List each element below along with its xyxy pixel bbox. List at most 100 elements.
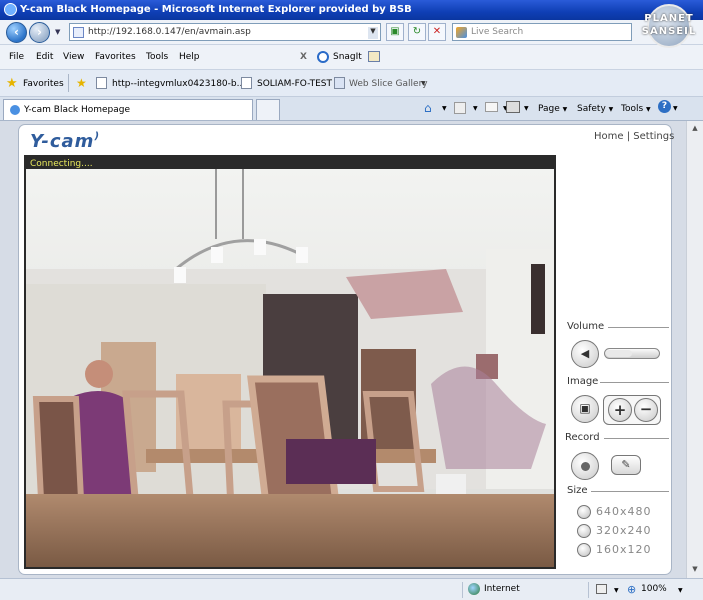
protected-mode-dropdown-icon[interactable]: ▼ [614, 587, 619, 594]
help-icon[interactable]: ? [658, 100, 671, 113]
security-zone: Internet [484, 584, 520, 594]
page-icon [73, 27, 84, 38]
web-slice-icon [334, 77, 345, 89]
menu-view[interactable]: View [63, 52, 84, 62]
top-links: Home | Settings [594, 131, 674, 142]
camera-scene [26, 169, 554, 567]
chevron-down-icon: ▼ [562, 106, 568, 113]
zoom-level[interactable]: 100% [641, 584, 667, 594]
size-option-640[interactable]: 640x480 [596, 505, 652, 518]
print-icon[interactable] [506, 101, 520, 113]
ie-icon [4, 3, 17, 16]
volume-slider[interactable] [604, 348, 660, 359]
zoom-icon: ⊕ [627, 583, 637, 596]
statusbar-separator [462, 582, 463, 598]
menu-favorites[interactable]: Favorites [95, 52, 136, 62]
forward-button[interactable]: › [29, 22, 50, 43]
tab-y-cam-homepage[interactable]: Y-cam Black Homepage [3, 99, 253, 120]
menu-tools[interactable]: Tools [146, 52, 168, 62]
back-button[interactable]: ‹ [6, 22, 27, 43]
volume-label: Volume [567, 321, 605, 332]
favorites-separator [68, 74, 69, 92]
zoom-out-button[interactable]: − [634, 398, 658, 422]
zoom-button-group: + − [603, 395, 661, 425]
corner-logo: PLANET SANSEIL [640, 1, 698, 51]
feeds-dropdown-icon[interactable]: ▼ [473, 105, 478, 112]
statusbar-separator [588, 582, 589, 598]
compatibility-view-button[interactable]: ▣ [386, 23, 404, 41]
search-input[interactable]: Live Search [452, 23, 632, 41]
menu-bar: File Edit View Favorites Tools Help X Sn… [0, 45, 703, 70]
tab-label: Y-cam Black Homepage [24, 105, 131, 115]
safety-menu-label: Safety [577, 104, 606, 114]
print-dropdown-icon[interactable]: ▼ [524, 105, 529, 112]
size-radio-160[interactable] [577, 543, 591, 557]
fav-page-icon [96, 77, 107, 89]
zoom-dropdown-icon[interactable]: ▼ [678, 587, 683, 594]
size-divider [591, 491, 669, 492]
snagit-icon[interactable] [317, 51, 329, 63]
snagit-capture-icon[interactable] [368, 51, 380, 62]
home-dropdown-icon[interactable]: ▼ [442, 105, 447, 112]
image-divider [600, 382, 669, 383]
page-menu[interactable]: Page ▼ [538, 104, 567, 114]
chevron-down-icon: ▼ [646, 106, 651, 113]
new-tab-button[interactable] [256, 99, 280, 120]
snagit-button[interactable]: SnagIt [333, 52, 362, 62]
protected-mode-icon[interactable] [596, 584, 607, 594]
record-button[interactable] [571, 452, 599, 480]
favorite-link-3[interactable]: Web Slice Gallery [349, 79, 428, 89]
home-link[interactable]: Home [594, 131, 624, 142]
snapshot-button[interactable]: ▣ [571, 395, 599, 423]
links-separator: | [626, 131, 631, 142]
home-icon[interactable]: ⌂ [424, 101, 437, 115]
scroll-down-arrow-icon[interactable]: ▼ [690, 565, 700, 573]
wrench-icon: ✎ [621, 458, 631, 471]
menu-help[interactable]: Help [179, 52, 200, 62]
volume-speaker-button[interactable]: ◀ [571, 340, 599, 368]
chevron-down-icon: ▼ [608, 106, 614, 113]
size-option-320[interactable]: 320x240 [596, 524, 652, 537]
size-radio-320[interactable] [577, 524, 591, 538]
address-input[interactable]: http://192.168.0.147/en/avmain.asp ▼ [69, 23, 381, 41]
search-placeholder: Live Search [471, 27, 524, 37]
address-bar-row: ‹ › ▼ http://192.168.0.147/en/avmain.asp… [0, 20, 703, 45]
refresh-button[interactable]: ↻ [408, 23, 426, 41]
favorite-link-2[interactable]: SOLIAM-FO-TEST [257, 79, 332, 89]
help-dropdown-icon[interactable]: ▼ [673, 105, 678, 112]
tools-menu-label: Tools [621, 104, 644, 114]
zoom-in-button[interactable]: + [608, 398, 632, 422]
size-option-160[interactable]: 160x120 [596, 543, 652, 556]
mail-icon[interactable] [485, 102, 498, 112]
menu-edit[interactable]: Edit [36, 52, 53, 62]
close-toolbar-x[interactable]: X [300, 52, 307, 62]
stop-button[interactable]: ✕ [428, 23, 446, 41]
menu-file[interactable]: File [9, 52, 24, 62]
favorites-button[interactable]: Favorites [23, 79, 64, 89]
corner-logo-line2: SANSEIL [641, 26, 697, 37]
address-dropdown-icon[interactable]: ▼ [368, 27, 378, 39]
y-cam-logo: Y-cam) [30, 131, 100, 152]
feeds-icon[interactable] [454, 102, 466, 114]
safety-menu[interactable]: Safety ▼ [577, 104, 613, 114]
record-dot-icon [581, 462, 590, 471]
tools-menu[interactable]: Tools ▼ [621, 104, 651, 114]
record-settings-button[interactable]: ✎ [611, 455, 641, 475]
page-menu-label: Page [538, 104, 560, 114]
wifi-arc-icon: ) [94, 131, 101, 142]
favorite-link-1[interactable]: http--integvmlux0423180-b... [112, 79, 245, 89]
web-slice-dropdown-icon[interactable]: ▼ [421, 80, 426, 87]
internet-globe-icon [468, 583, 480, 595]
status-bar: Internet ▼ ⊕ 100% ▼ [0, 578, 703, 600]
scroll-up-arrow-icon[interactable]: ▲ [690, 124, 700, 132]
settings-link[interactable]: Settings [633, 131, 674, 142]
size-radio-640[interactable] [577, 505, 591, 519]
size-label: Size [567, 485, 588, 496]
corner-logo-line1: PLANET [644, 13, 694, 24]
add-favorite-icon[interactable]: ★ [76, 76, 87, 90]
favorites-bar: ★ Favorites ★ http--integvmlux0423180-b.… [0, 70, 703, 97]
history-dropdown-icon[interactable]: ▼ [55, 28, 60, 36]
window-title-bar[interactable]: Y-cam Black Homepage - Microsoft Interne… [0, 0, 703, 48]
connection-status: Connecting.... [30, 159, 93, 169]
vertical-scrollbar[interactable]: ▲ ▼ [686, 121, 703, 578]
